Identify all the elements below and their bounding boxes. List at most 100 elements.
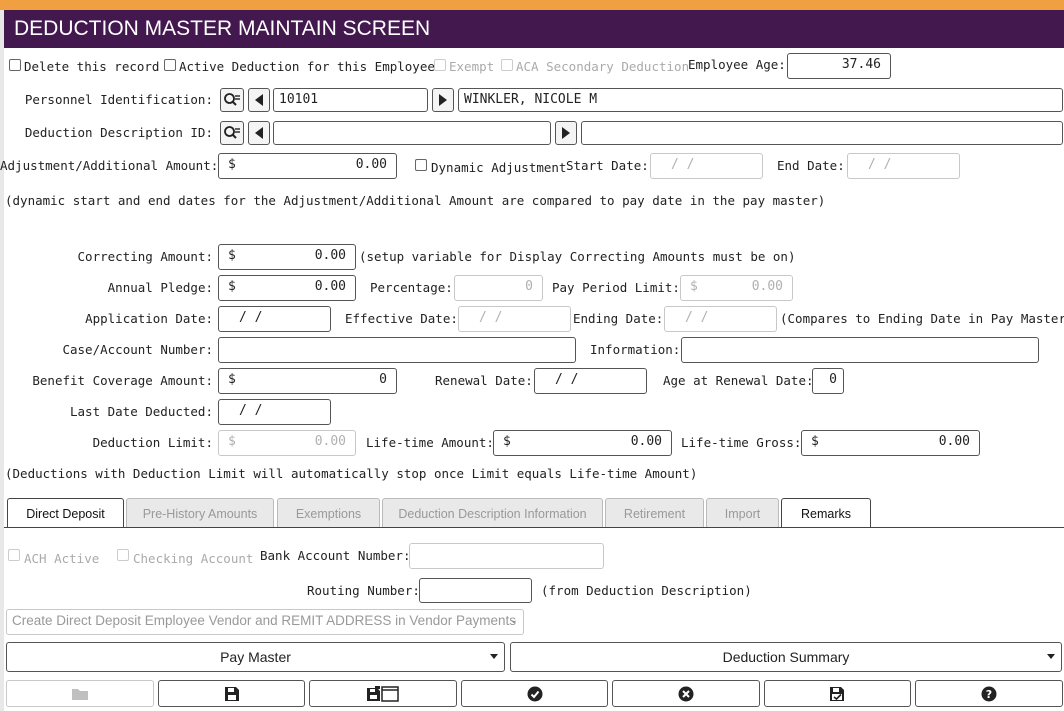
information-input[interactable] (681, 337, 1039, 363)
chevron-down-icon (490, 654, 498, 659)
correcting-amount-input[interactable]: $0.00 (218, 244, 356, 270)
delete-record-checkbox[interactable] (9, 59, 21, 71)
vendor-select[interactable]: Create Direct Deposit Employee Vendor an… (6, 609, 524, 635)
ending-date-note: (Compares to Ending Date in Pay Master) (780, 311, 1064, 326)
adjustment-amount-input[interactable]: $0.00 (218, 153, 397, 179)
benefit-coverage-value: 0 (379, 372, 387, 387)
left-arrow-icon (255, 94, 263, 106)
save-new-icon (367, 685, 399, 702)
aca-secondary-label: ACA Secondary Deduction (516, 59, 690, 74)
open-folder-button[interactable] (6, 680, 154, 707)
adjustment-note: (dynamic start and end dates for the Adj… (5, 193, 826, 208)
renewal-date-label: Renewal Date: (435, 373, 533, 388)
vendor-select-value: Create Direct Deposit Employee Vendor an… (12, 613, 516, 628)
percentage-input[interactable]: 0 (454, 275, 543, 301)
active-deduction-checkbox[interactable] (164, 59, 176, 71)
deduction-prev-button[interactable] (248, 121, 270, 145)
case-account-input[interactable] (218, 337, 576, 363)
personnel-prev-button[interactable] (248, 88, 270, 112)
save-close-button[interactable] (764, 680, 911, 707)
percentage-value: 0 (525, 279, 533, 294)
save-new-button[interactable] (309, 680, 457, 707)
personnel-id-input[interactable]: 10101 (273, 88, 428, 112)
lookup-icon (224, 93, 240, 106)
page-title: DEDUCTION MASTER MAINTAIN SCREEN (4, 10, 1064, 48)
window-top-strip (0, 0, 1064, 10)
chevron-down-icon: ⌄ (509, 615, 518, 626)
checking-account-checkbox[interactable] (117, 549, 129, 561)
personnel-id-label: Personnel Identification: (24, 92, 213, 107)
start-date-label: Start Date: (566, 158, 649, 173)
exempt-checkbox[interactable] (434, 59, 446, 71)
pay-master-label: Pay Master (220, 649, 291, 665)
exempt-label: Exempt (449, 59, 495, 74)
ending-date-label: Ending Date: (573, 311, 664, 326)
lifetime-gross-value: 0.00 (938, 434, 970, 449)
active-deduction-label: Active Deduction for this Employee (179, 59, 435, 74)
currency-symbol: $ (228, 434, 236, 449)
renewal-date-input[interactable]: / / (534, 368, 647, 394)
left-arrow-icon (255, 127, 263, 139)
pay-master-select[interactable]: Pay Master (6, 642, 505, 672)
age-at-renewal-field: 0 (812, 368, 844, 394)
application-date-input[interactable]: / / (218, 306, 331, 332)
right-arrow-icon (439, 94, 447, 106)
deduction-limit-note: (Deductions with Deduction Limit will au… (5, 466, 698, 481)
tab-import[interactable]: Import (706, 498, 779, 528)
adjustment-label: Adjustment/Additional Amount: (0, 158, 219, 173)
help-icon: ? (981, 686, 997, 701)
last-date-deducted-input[interactable]: / / (218, 399, 331, 425)
aca-secondary-checkbox[interactable] (501, 59, 513, 71)
benefit-coverage-label: Benefit Coverage Amount: (32, 373, 213, 388)
ending-date-input[interactable]: / / (664, 306, 777, 332)
application-date-label: Application Date: (85, 311, 213, 326)
tab-divider (4, 527, 1064, 528)
deduction-id-label: Deduction Description ID: (24, 125, 213, 140)
deduction-id-input[interactable] (273, 121, 551, 145)
deduction-summary-label: Deduction Summary (722, 649, 850, 665)
last-date-deducted-label: Last Date Deducted: (70, 404, 213, 419)
tab-remarks[interactable]: Remarks (781, 498, 871, 528)
currency-symbol: $ (228, 157, 236, 172)
dynamic-adjustment-checkbox[interactable] (415, 159, 427, 171)
percentage-label: Percentage: (370, 280, 453, 295)
annual-pledge-label: Annual Pledge: (107, 280, 213, 295)
deduction-next-button[interactable] (555, 121, 577, 145)
start-date-input[interactable]: / / (650, 153, 763, 179)
deduction-summary-select[interactable]: Deduction Summary (510, 642, 1062, 672)
personnel-next-button[interactable] (432, 88, 454, 112)
employee-age-label: Employee Age: (688, 57, 786, 72)
pay-period-limit-input[interactable]: $0.00 (680, 275, 793, 301)
chevron-down-icon (1047, 654, 1055, 659)
currency-symbol: $ (228, 372, 236, 387)
effective-date-input[interactable]: / / (458, 306, 571, 332)
lifetime-amount-input[interactable]: $0.00 (493, 430, 672, 456)
lifetime-gross-label: Life-time Gross: (681, 435, 802, 450)
deduction-lookup-button[interactable] (220, 121, 244, 145)
help-button[interactable]: ? (915, 680, 1063, 707)
ach-active-checkbox[interactable] (8, 549, 20, 561)
employee-age-field: 37.46 (787, 53, 891, 79)
tab-direct-deposit[interactable]: Direct Deposit (7, 498, 124, 528)
save-button[interactable] (158, 680, 305, 707)
tab-retirement[interactable]: Retirement (605, 498, 704, 528)
lifetime-gross-input[interactable]: $0.00 (801, 430, 980, 456)
deduction-limit-input[interactable]: $0.00 (218, 430, 356, 456)
confirm-button[interactable] (461, 680, 608, 707)
bank-account-input[interactable] (409, 543, 604, 569)
tab-pre-history-amounts[interactable]: Pre-History Amounts (126, 498, 274, 528)
tab-deduction-description-information[interactable]: Deduction Description Information (382, 498, 603, 528)
routing-number-input[interactable] (419, 578, 532, 603)
svg-text:?: ? (986, 688, 992, 701)
lifetime-amount-value: 0.00 (630, 434, 662, 449)
tab-exemptions[interactable]: Exemptions (277, 498, 380, 528)
delete-record-label: Delete this record (24, 59, 160, 74)
age-at-renewal-label: Age at Renewal Date: (663, 373, 814, 388)
end-date-input[interactable]: / / (847, 153, 960, 179)
personnel-lookup-button[interactable] (220, 88, 244, 112)
benefit-coverage-input[interactable]: $0 (218, 368, 397, 394)
effective-date-label: Effective Date: (345, 311, 458, 326)
cancel-button[interactable] (612, 680, 760, 707)
annual-pledge-input[interactable]: $0.00 (218, 275, 356, 301)
save-check-icon (829, 686, 844, 701)
